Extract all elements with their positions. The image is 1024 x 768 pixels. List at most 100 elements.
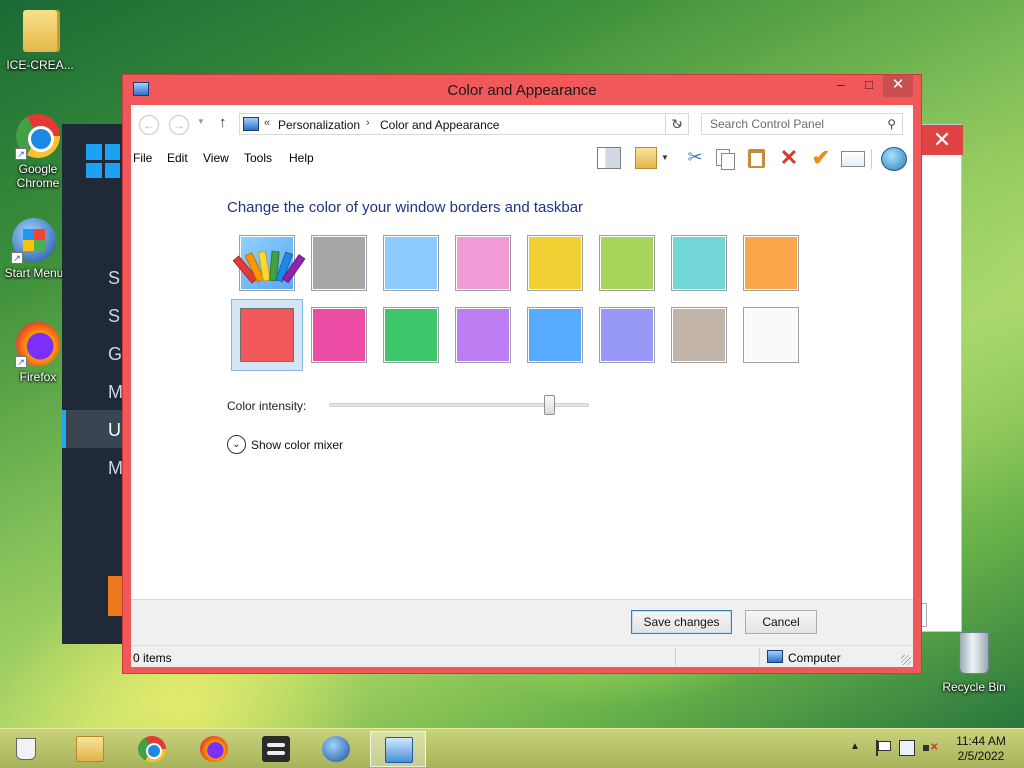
resize-grip[interactable] xyxy=(901,655,911,665)
network-icon[interactable] xyxy=(899,740,915,756)
properties-icon[interactable] xyxy=(635,147,657,169)
swatch-fill xyxy=(745,237,797,289)
chevron-down-icon[interactable]: ⌄ xyxy=(227,435,246,454)
swatch-pink[interactable] xyxy=(455,235,511,291)
show-color-mixer-label[interactable]: Show color mixer xyxy=(251,438,343,452)
breadcrumb-color-appearance[interactable]: Color and Appearance xyxy=(380,118,499,132)
swatch-custom[interactable] xyxy=(232,235,306,291)
color-appearance-window: Color and Appearance – □ ✕ ← → ▼ ↑ « Per… xyxy=(122,74,922,674)
rename-icon[interactable] xyxy=(841,151,865,167)
taskbar-app-firefox[interactable] xyxy=(186,731,242,767)
title-bar[interactable]: Color and Appearance – □ ✕ xyxy=(123,75,921,105)
background-menu-letter[interactable]: G xyxy=(108,344,122,365)
minimize-button[interactable]: – xyxy=(827,75,855,97)
color-intensity-label: Color intensity: xyxy=(227,399,307,413)
maximize-button[interactable]: □ xyxy=(855,75,883,97)
background-menu-letter[interactable]: S xyxy=(108,268,120,289)
dialog-footer: Save changes Cancel xyxy=(131,599,913,645)
slider-thumb[interactable] xyxy=(544,395,555,415)
recent-pages-dropdown-icon[interactable]: ▼ xyxy=(197,117,205,126)
breadcrumb-overflow[interactable]: « xyxy=(264,117,270,129)
cut-icon[interactable]: ✂ xyxy=(683,147,707,169)
swatch-sky[interactable] xyxy=(383,235,439,291)
taskbar-app-switcher[interactable] xyxy=(248,731,304,767)
menu-file[interactable]: File xyxy=(133,151,152,165)
chevron-down-icon[interactable]: ▼ xyxy=(661,153,671,175)
search-box[interactable]: ⚲ xyxy=(701,113,903,135)
swatch-red[interactable] xyxy=(231,299,303,371)
switcher-icon xyxy=(262,736,290,762)
clock-date: 2/5/2022 xyxy=(957,749,1005,763)
swatch-lime[interactable] xyxy=(599,235,655,291)
swatch-violet[interactable] xyxy=(599,307,655,363)
check-icon[interactable]: ✔ xyxy=(809,147,833,169)
delete-icon[interactable]: ✕ xyxy=(777,147,801,169)
chrome-icon: ↗ xyxy=(15,114,61,160)
taskbar-app-control-panel[interactable] xyxy=(370,731,426,767)
swatch-white[interactable] xyxy=(743,307,799,363)
swatch-yellow[interactable] xyxy=(527,235,583,291)
breadcrumb-personalization[interactable]: Personalization xyxy=(278,118,360,132)
taskbar-app-start-orb[interactable] xyxy=(308,731,364,767)
back-button[interactable]: ← xyxy=(139,115,159,135)
swatch-fill xyxy=(673,237,725,289)
swatch-fill xyxy=(385,309,437,361)
swatch-fill xyxy=(673,309,725,361)
clock[interactable]: 11:44 AM 2/5/2022 xyxy=(946,734,1016,764)
firefox-icon xyxy=(200,736,228,762)
swatch-taupe[interactable] xyxy=(671,307,727,363)
file-explorer-icon xyxy=(76,736,104,762)
taskbar-app-chrome[interactable] xyxy=(124,731,180,767)
desktop-icon-folder[interactable]: ICE-CREA... xyxy=(2,10,78,72)
swatch-teal[interactable] xyxy=(671,235,727,291)
firefox-icon: ↗ xyxy=(15,322,61,368)
action-center-flag-icon[interactable] xyxy=(874,740,891,756)
swatch-fill xyxy=(240,308,294,362)
swatch-purple[interactable] xyxy=(455,307,511,363)
up-button[interactable]: ↑ xyxy=(219,114,227,131)
status-divider xyxy=(759,648,760,666)
background-start-panel: S S G M U M xyxy=(62,124,128,644)
search-icon[interactable]: ⚲ xyxy=(887,117,896,131)
taskbar-app-explorer[interactable] xyxy=(62,731,118,767)
search-input[interactable] xyxy=(702,114,878,134)
color-intensity-slider[interactable] xyxy=(329,395,591,415)
computer-icon xyxy=(767,650,783,663)
menu-tools[interactable]: Tools xyxy=(244,151,272,165)
background-menu-letter[interactable]: M xyxy=(108,382,123,403)
save-changes-button[interactable]: Save changes xyxy=(631,610,732,634)
close-button[interactable]: ✕ xyxy=(883,75,913,97)
menu-edit[interactable]: Edit xyxy=(167,151,188,165)
menu-view[interactable]: View xyxy=(203,151,229,165)
paste-icon[interactable] xyxy=(745,147,769,169)
toolbar-divider xyxy=(871,149,872,169)
swatch-fill xyxy=(313,237,365,289)
desktop-icon-recycle-bin[interactable]: Recycle Bin xyxy=(936,632,1012,694)
swatch-gray[interactable] xyxy=(311,235,367,291)
swatch-fill xyxy=(601,237,653,289)
forward-button[interactable]: → xyxy=(169,115,189,135)
background-menu-letter[interactable]: S xyxy=(108,306,120,327)
status-bar: 0 items Computer xyxy=(131,645,913,667)
cancel-button[interactable]: Cancel xyxy=(745,610,817,634)
address-bar[interactable]: « Personalization › Color and Appearance… xyxy=(239,113,689,135)
background-menu-letter[interactable]: M xyxy=(108,458,123,479)
swatch-green[interactable] xyxy=(383,307,439,363)
breadcrumb-separator[interactable]: › xyxy=(366,117,370,129)
navigation-bar: ← → ▼ ↑ « Personalization › Color and Ap… xyxy=(131,105,913,143)
swatch-magenta[interactable] xyxy=(311,307,367,363)
layout-icon[interactable] xyxy=(597,147,621,169)
copy-icon[interactable] xyxy=(713,147,737,170)
volume-muted-icon[interactable] xyxy=(922,740,938,756)
taskbar-app-mug[interactable] xyxy=(0,731,56,767)
swatch-blue[interactable] xyxy=(527,307,583,363)
show-hidden-icons-button[interactable]: ▲ xyxy=(850,741,860,768)
background-close-icon[interactable]: ✕ xyxy=(921,125,963,155)
background-menu-letter[interactable]: U xyxy=(108,420,121,441)
refresh-button[interactable]: ↻ xyxy=(665,113,689,135)
swatch-fill xyxy=(313,309,365,361)
swatch-orange[interactable] xyxy=(743,235,799,291)
globe-icon[interactable] xyxy=(881,147,907,171)
menu-help[interactable]: Help xyxy=(289,151,314,165)
taskbar: ▲ 11:44 AM 2/5/2022 xyxy=(0,728,1024,768)
